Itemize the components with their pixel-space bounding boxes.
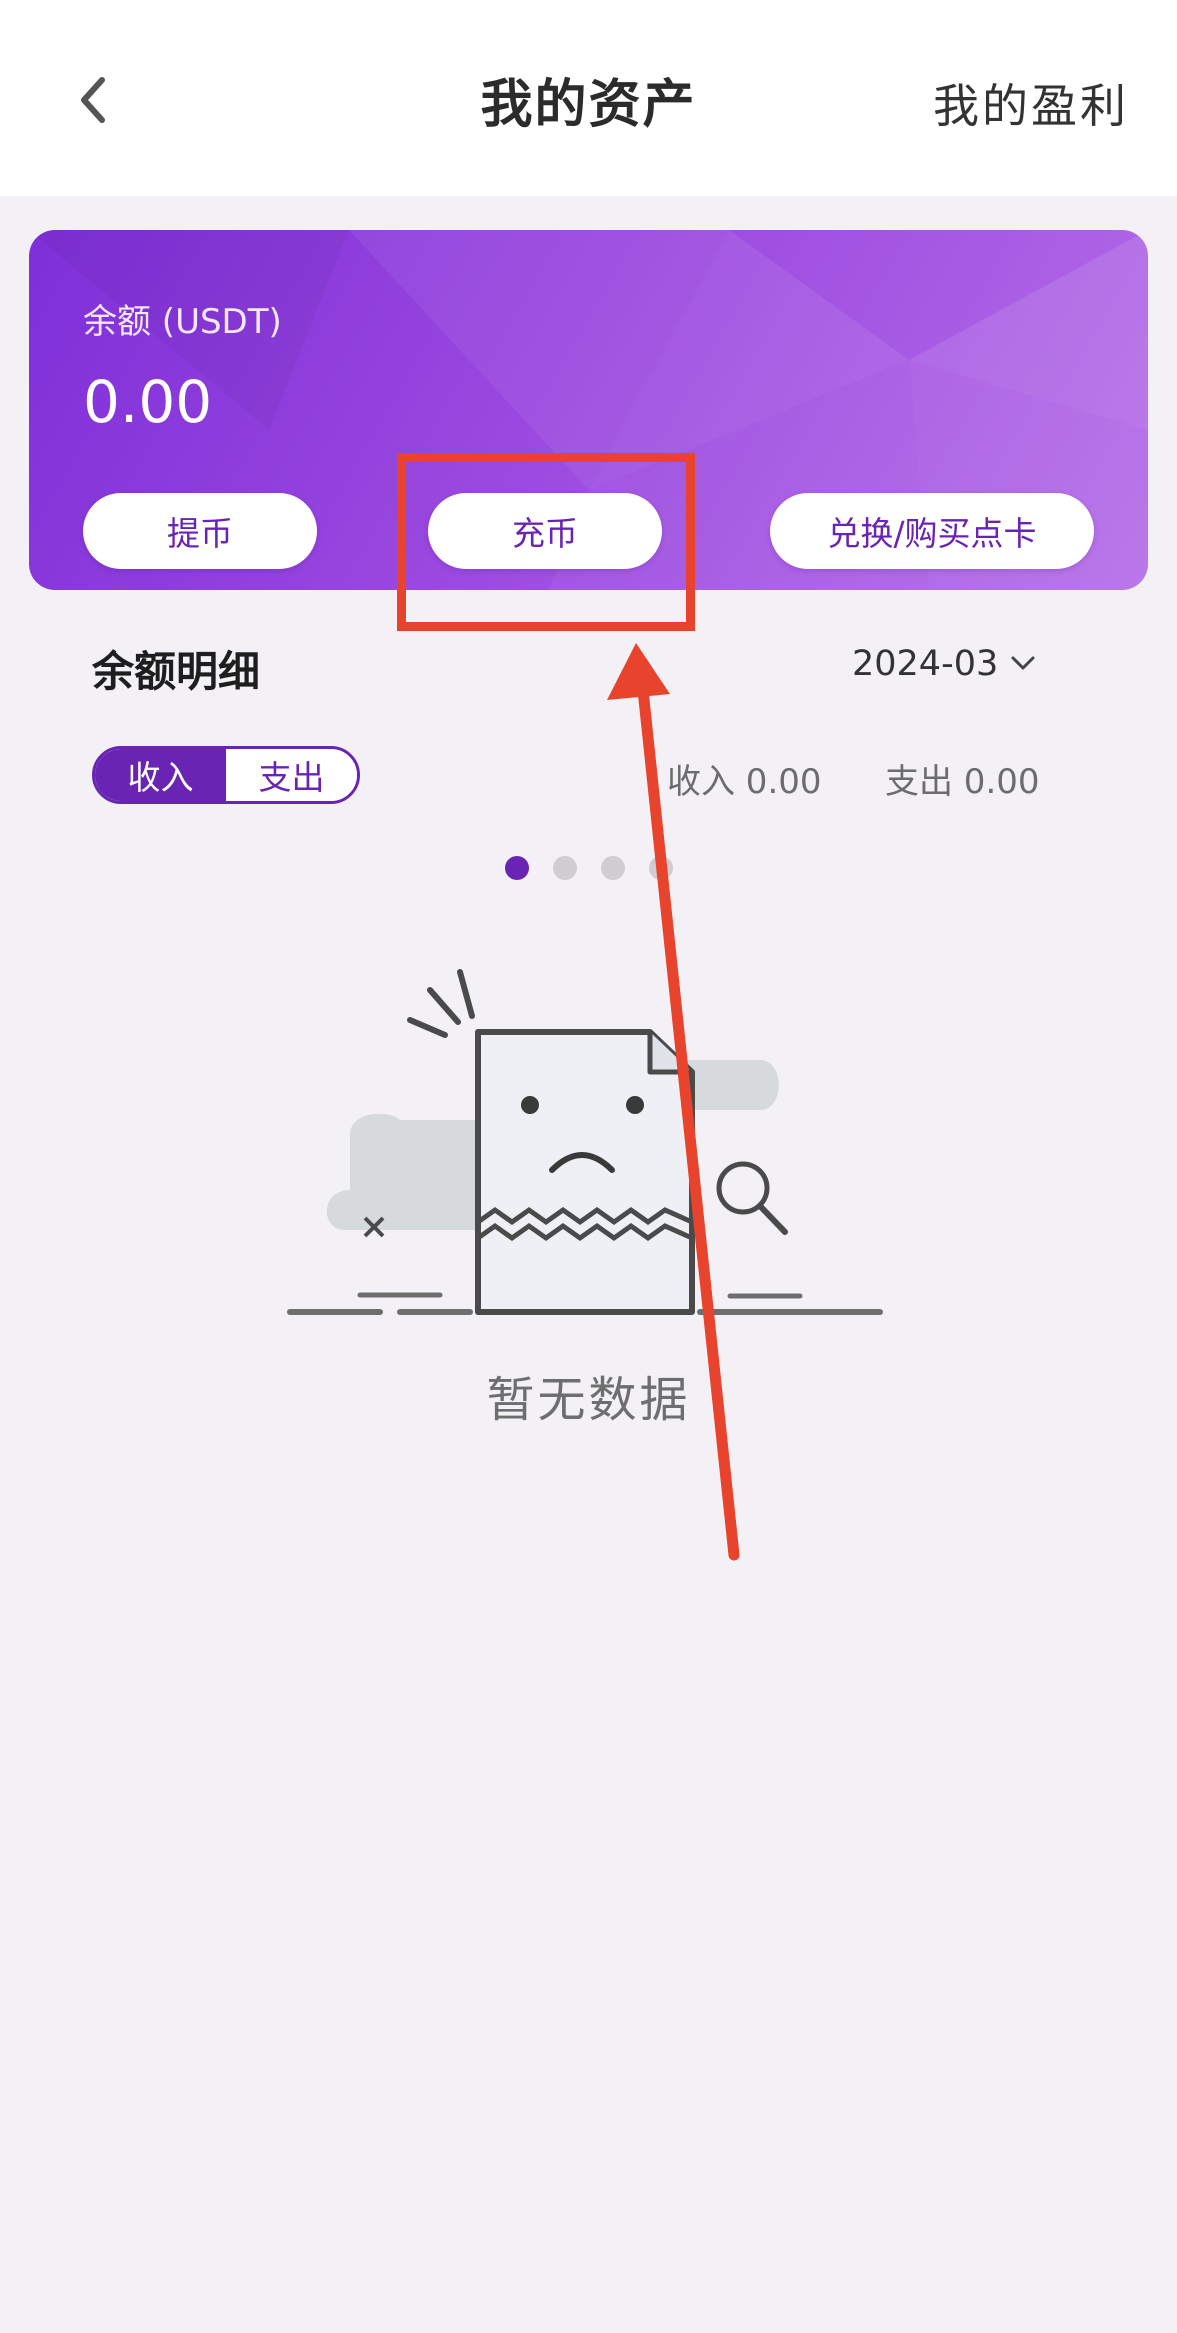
pagination-dot[interactable] — [553, 856, 577, 880]
expense-summary: 支出 0.00 — [885, 762, 1040, 802]
income-summary: 收入 0.00 — [667, 762, 822, 802]
balance-value: 0.00 — [83, 368, 213, 436]
pagination-dot[interactable] — [649, 856, 673, 880]
income-expense-toggle: 收入 支出 — [92, 746, 360, 804]
pagination-dots — [505, 856, 697, 880]
header-bar: 我的资产 我的盈利 — [0, 0, 1177, 196]
toggle-expense[interactable]: 支出 — [226, 749, 357, 801]
empty-state-text: 暂无数据 — [486, 1372, 691, 1428]
chevron-down-icon — [1011, 656, 1035, 670]
annotation-highlight-box — [397, 453, 695, 631]
empty-document-illustration — [287, 969, 883, 1315]
balance-label: 余额 (USDT) — [83, 302, 282, 342]
month-value: 2024-03 — [852, 644, 999, 684]
pagination-dot[interactable] — [505, 856, 529, 880]
month-selector[interactable]: 2024-03 — [852, 644, 1036, 684]
section-title: 余额明细 — [92, 647, 261, 696]
my-profit-link[interactable]: 我的盈利 — [933, 70, 1129, 136]
toggle-income[interactable]: 收入 — [95, 749, 226, 801]
withdraw-button[interactable]: 提币 — [83, 493, 317, 569]
exchange-buy-card-button[interactable]: 兑换/购买点卡 — [770, 493, 1094, 569]
pagination-dot[interactable] — [601, 856, 625, 880]
